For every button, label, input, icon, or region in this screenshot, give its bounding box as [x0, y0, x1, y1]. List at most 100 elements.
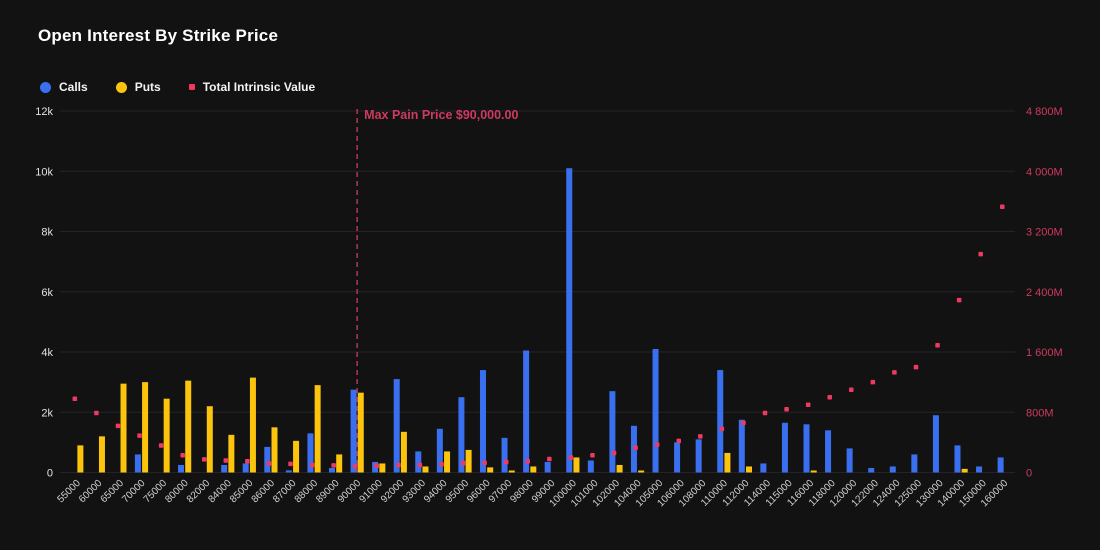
call-bar[interactable]: [760, 463, 767, 473]
call-bar[interactable]: [889, 466, 896, 473]
call-bar[interactable]: [674, 442, 681, 473]
intrinsic-value-dot[interactable]: [94, 410, 99, 416]
intrinsic-value-dot[interactable]: [439, 462, 444, 467]
put-bar[interactable]: [163, 398, 170, 473]
call-bar[interactable]: [652, 348, 659, 473]
put-bar[interactable]: [379, 463, 386, 473]
call-bar[interactable]: [523, 350, 530, 473]
put-bar[interactable]: [961, 468, 968, 473]
put-bar[interactable]: [444, 451, 451, 473]
intrinsic-value-dot[interactable]: [482, 460, 487, 466]
intrinsic-value-dot[interactable]: [180, 452, 185, 458]
put-bar[interactable]: [77, 445, 84, 473]
put-bar[interactable]: [745, 466, 752, 473]
put-bar[interactable]: [271, 427, 278, 473]
intrinsic-value-dot[interactable]: [525, 459, 531, 464]
intrinsic-value-dot[interactable]: [568, 455, 574, 460]
intrinsic-value-dot[interactable]: [309, 462, 315, 468]
call-bar[interactable]: [242, 463, 249, 473]
intrinsic-value-dot[interactable]: [849, 387, 854, 392]
call-bar[interactable]: [781, 422, 788, 473]
call-bar[interactable]: [415, 451, 422, 473]
call-bar[interactable]: [846, 448, 853, 473]
intrinsic-value-dot[interactable]: [956, 297, 962, 303]
put-bar[interactable]: [810, 470, 817, 473]
call-bar[interactable]: [825, 430, 832, 473]
call-bar[interactable]: [997, 457, 1004, 473]
intrinsic-value-dot[interactable]: [503, 459, 509, 465]
call-bar[interactable]: [738, 419, 745, 473]
call-bar[interactable]: [954, 445, 961, 473]
intrinsic-value-dot[interactable]: [892, 370, 897, 375]
intrinsic-value-dot[interactable]: [352, 464, 358, 469]
intrinsic-value-dot[interactable]: [245, 459, 250, 464]
intrinsic-value-dot[interactable]: [331, 463, 336, 468]
put-bar[interactable]: [228, 434, 235, 473]
put-bar[interactable]: [336, 454, 343, 473]
put-bar[interactable]: [120, 383, 127, 473]
call-bar[interactable]: [329, 467, 336, 473]
call-bar[interactable]: [285, 470, 292, 473]
call-bar[interactable]: [479, 370, 486, 473]
intrinsic-value-dot[interactable]: [1000, 204, 1005, 209]
intrinsic-value-dot[interactable]: [805, 402, 811, 408]
put-bar[interactable]: [487, 467, 494, 473]
put-bar[interactable]: [98, 436, 105, 473]
intrinsic-value-dot[interactable]: [115, 423, 121, 429]
put-bar[interactable]: [185, 380, 192, 473]
intrinsic-value-dot[interactable]: [72, 396, 78, 401]
put-bar[interactable]: [465, 449, 472, 473]
intrinsic-value-dot[interactable]: [978, 251, 983, 257]
intrinsic-value-dot[interactable]: [762, 410, 768, 416]
call-bar[interactable]: [134, 454, 141, 473]
call-bar[interactable]: [350, 389, 357, 473]
intrinsic-value-dot[interactable]: [870, 379, 876, 385]
put-bar[interactable]: [422, 466, 429, 473]
call-bar[interactable]: [976, 466, 983, 473]
intrinsic-value-dot[interactable]: [698, 434, 703, 439]
intrinsic-value-dot[interactable]: [784, 407, 789, 412]
call-bar[interactable]: [717, 370, 724, 473]
call-bar[interactable]: [178, 464, 185, 473]
intrinsic-value-dot[interactable]: [913, 364, 919, 370]
call-bar[interactable]: [501, 437, 508, 473]
call-bar[interactable]: [566, 168, 573, 473]
intrinsic-value-dot[interactable]: [288, 461, 293, 467]
put-bar[interactable]: [508, 470, 515, 473]
call-bar[interactable]: [544, 461, 551, 473]
call-bar[interactable]: [393, 379, 400, 473]
intrinsic-value-dot[interactable]: [741, 420, 746, 426]
intrinsic-value-dot[interactable]: [460, 460, 466, 466]
put-bar[interactable]: [724, 452, 731, 473]
intrinsic-value-dot[interactable]: [676, 438, 681, 444]
call-bar[interactable]: [868, 467, 875, 473]
intrinsic-value-dot[interactable]: [935, 343, 940, 348]
put-bar[interactable]: [357, 392, 364, 473]
put-bar[interactable]: [638, 470, 645, 473]
call-bar[interactable]: [221, 464, 228, 473]
intrinsic-value-dot[interactable]: [137, 433, 142, 438]
put-bar[interactable]: [314, 385, 321, 473]
put-bar[interactable]: [206, 406, 213, 473]
intrinsic-value-dot[interactable]: [827, 394, 832, 400]
call-bar[interactable]: [911, 454, 918, 473]
call-bar[interactable]: [803, 424, 810, 473]
intrinsic-value-dot[interactable]: [547, 456, 552, 462]
intrinsic-value-dot[interactable]: [417, 462, 423, 468]
put-bar[interactable]: [400, 431, 407, 473]
call-bar[interactable]: [587, 460, 594, 473]
intrinsic-value-dot[interactable]: [633, 445, 638, 450]
intrinsic-value-dot[interactable]: [158, 443, 164, 448]
put-bar[interactable]: [249, 377, 256, 473]
put-bar[interactable]: [573, 457, 580, 473]
intrinsic-value-dot[interactable]: [611, 450, 617, 456]
call-bar[interactable]: [932, 415, 939, 473]
intrinsic-value-dot[interactable]: [266, 461, 272, 466]
put-bar[interactable]: [293, 440, 300, 473]
call-bar[interactable]: [695, 439, 702, 473]
intrinsic-value-dot[interactable]: [223, 458, 229, 463]
intrinsic-value-dot[interactable]: [374, 463, 380, 469]
intrinsic-value-dot[interactable]: [201, 457, 207, 462]
intrinsic-value-dot[interactable]: [396, 462, 401, 468]
put-bar[interactable]: [530, 466, 537, 473]
